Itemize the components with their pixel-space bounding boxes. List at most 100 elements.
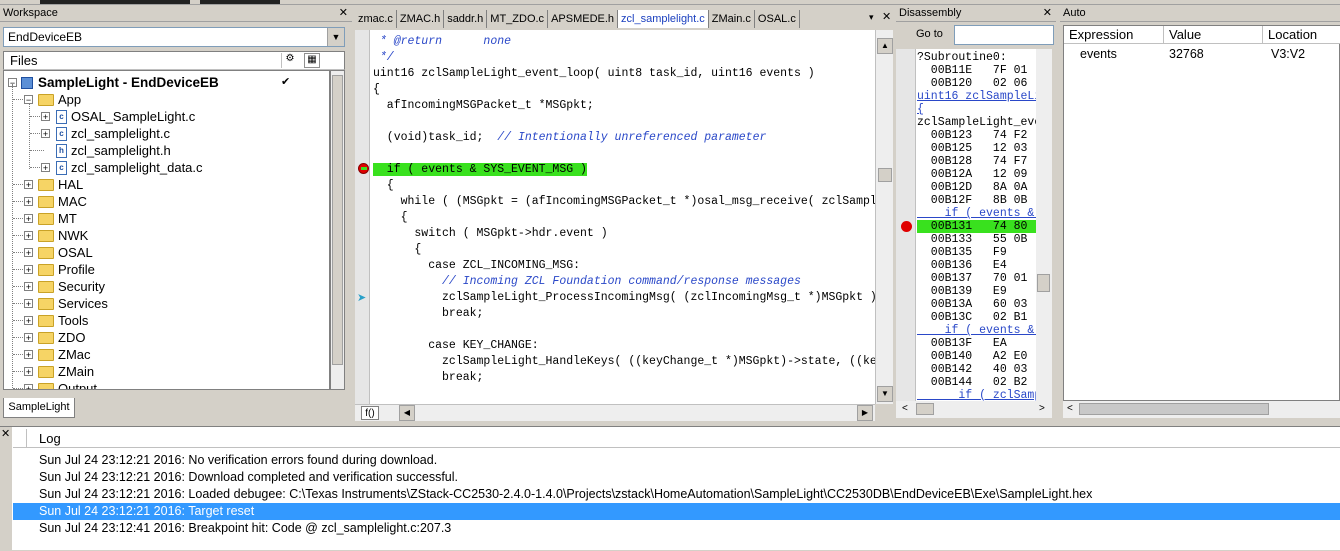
configuration-select[interactable]: EndDeviceEB ▼ <box>3 27 345 47</box>
column-header-location[interactable]: Location <box>1263 26 1340 44</box>
scroll-right-icon[interactable]: ▶ <box>857 405 873 421</box>
table-row[interactable]: events 32768 V3:V2 <box>1064 46 1340 63</box>
scroll-left-icon[interactable]: ◀ <box>399 405 415 421</box>
expand-icon[interactable]: + <box>24 299 33 309</box>
log-row[interactable]: Sun Jul 24 23:12:21 2016: Download compl… <box>13 469 1340 486</box>
tree-folder-profile[interactable]: + Profile <box>4 261 329 278</box>
expand-icon[interactable]: + <box>41 129 50 139</box>
breakpoint-current-icon[interactable] <box>358 163 369 174</box>
code-text: afIncomingMSGPacket_t *MSGpkt; <box>373 99 594 112</box>
tree-folder-osal[interactable]: + OSAL <box>4 244 329 261</box>
disassembly-text: 00B128 74 F7 <box>917 155 1028 168</box>
breakpoint-icon[interactable] <box>901 221 912 232</box>
tree-scrollbar[interactable] <box>330 70 345 390</box>
tree-folder-services[interactable]: + Services <box>4 295 329 312</box>
expand-icon[interactable]: + <box>24 384 33 389</box>
tree-folder-output[interactable]: + Output <box>4 380 329 389</box>
tree-file[interactable]: + c zcl_samplelight.c <box>4 125 329 142</box>
tree-folder-zmain[interactable]: + ZMain <box>4 363 329 380</box>
tab-zmac-c[interactable]: zmac.c <box>355 10 397 28</box>
files-settings-icon[interactable]: ⚙ <box>281 53 298 68</box>
tree-folder-hal[interactable]: + HAL <box>4 176 329 193</box>
tree-file[interactable]: + c OSAL_SampleLight.c <box>4 108 329 125</box>
tree-folder-zdo[interactable]: + ZDO <box>4 329 329 346</box>
tab-mt-zdo-c[interactable]: MT_ZDO.c <box>487 10 549 28</box>
scroll-left-icon[interactable]: < <box>1067 403 1073 414</box>
expand-icon[interactable]: + <box>24 197 33 207</box>
expand-icon[interactable]: + <box>24 180 33 190</box>
tree-folder-app[interactable]: − App <box>4 91 329 108</box>
tree-folder-zmac[interactable]: + ZMac <box>4 346 329 363</box>
scroll-left-icon[interactable]: < <box>902 403 908 414</box>
collapse-icon[interactable]: − <box>24 95 33 105</box>
tab-menu-icon[interactable]: ▾ <box>869 12 874 23</box>
tab-saddr-h[interactable]: saddr.h <box>444 10 488 28</box>
scroll-up-icon[interactable]: ▲ <box>877 38 893 54</box>
folder-icon <box>38 281 54 293</box>
code-line: * @return none <box>373 34 511 50</box>
disassembly-title-text: Disassembly <box>899 7 962 19</box>
tree-folder-security[interactable]: + Security <box>4 278 329 295</box>
tab-zcl-samplelight-c[interactable]: zcl_samplelight.c <box>618 10 709 28</box>
scroll-down-icon[interactable]: ▼ <box>877 386 893 402</box>
chevron-down-icon[interactable]: ▼ <box>327 28 344 46</box>
code-editor[interactable]: ➤ * @return none */ uint16 zclSampleLight… <box>355 30 875 404</box>
files-layout-icon[interactable]: ▦ <box>304 53 320 68</box>
editor-vscrollbar[interactable]: ▲ ▼ <box>875 30 893 404</box>
expand-icon[interactable]: + <box>24 367 33 377</box>
tree-folder-mac[interactable]: + MAC <box>4 193 329 210</box>
editor-hscrollbar[interactable]: f() ◀ ▶ <box>355 404 875 421</box>
tab-apsmede-h[interactable]: APSMEDE.h <box>548 10 619 28</box>
disassembly-text: 00B13F EA <box>917 337 1007 350</box>
code-text: zclSampleLight_ProcessIncomingMsg( (zclI… <box>373 291 875 304</box>
editor-close-icon[interactable]: ✕ <box>882 10 891 23</box>
tree-folder-nwk[interactable]: + NWK <box>4 227 329 244</box>
log-header[interactable]: Log <box>13 429 1340 448</box>
log-row[interactable]: Sun Jul 24 23:12:41 2016: Breakpoint hit… <box>13 520 1340 537</box>
expand-icon[interactable]: + <box>24 214 33 224</box>
disassembly-text: 00B133 55 0B <box>917 233 1028 246</box>
tab-zmac-h[interactable]: ZMAC.h <box>397 10 445 28</box>
expand-icon[interactable]: + <box>41 163 50 173</box>
tab-zmain-c[interactable]: ZMain.c <box>709 10 755 28</box>
expand-icon[interactable]: + <box>24 282 33 292</box>
expand-icon[interactable]: + <box>24 248 33 258</box>
expand-icon[interactable]: + <box>41 112 50 122</box>
goto-input[interactable] <box>954 25 1054 45</box>
expand-icon[interactable]: + <box>24 231 33 241</box>
code-text: if ( events & SYS_EVENT_MSG ) <box>373 163 587 176</box>
log-row[interactable]: Sun Jul 24 23:12:21 2016: Loaded debugee… <box>13 486 1340 503</box>
code-text: { <box>373 179 394 192</box>
code-line: break; <box>373 306 483 322</box>
tree-file[interactable]: h zcl_samplelight.h <box>4 142 329 159</box>
close-icon[interactable]: ✕ <box>339 6 348 21</box>
column-header-value[interactable]: Value <box>1164 26 1263 44</box>
tree-file[interactable]: + c zcl_samplelight_data.c <box>4 159 329 176</box>
close-icon[interactable]: ✕ <box>1043 6 1052 21</box>
code-text: // Incoming ZCL Foundation command/respo… <box>373 275 801 288</box>
editor-tabs: zmac.c ZMAC.h saddr.h MT_ZDO.c APSMEDE.h zcl_… <box>355 10 893 30</box>
disassembly-hscrollbar[interactable]: < > <box>896 401 1052 418</box>
auto-hscrollbar[interactable]: < <box>1063 401 1340 418</box>
disassembly-vscrollbar[interactable] <box>1036 49 1052 401</box>
log-row[interactable]: Sun Jul 24 23:12:21 2016: Target reset <box>13 503 1340 520</box>
function-button[interactable]: f() <box>361 406 379 420</box>
expand-icon[interactable]: + <box>24 316 33 326</box>
code-line: while ( (MSGpkt = (afIncomingMSGPacket_t… <box>373 194 875 210</box>
disassembly-view[interactable]: ?Subroutine0: 00B11E 7F 01 00B120 02 06 u… <box>896 49 1036 401</box>
tree-folder-mt[interactable]: + MT <box>4 210 329 227</box>
workspace-tab[interactable]: SampleLight <box>3 398 75 418</box>
scroll-right-icon[interactable]: > <box>1039 403 1045 414</box>
code-line: if ( events & SYS_EVENT_MSG ) <box>373 162 587 178</box>
tree-folder-tools[interactable]: + Tools <box>4 312 329 329</box>
expand-icon[interactable]: + <box>24 350 33 360</box>
log-row[interactable]: Sun Jul 24 23:12:21 2016: No verificatio… <box>13 452 1340 469</box>
disassembly-text: if ( zclSampleLight_OnOff == LIGHT_ON ) <box>958 389 1036 401</box>
column-header-expression[interactable]: Expression <box>1064 26 1164 44</box>
expand-icon[interactable]: + <box>24 333 33 343</box>
log-close-icon[interactable]: ✕ <box>0 427 12 551</box>
expand-icon[interactable]: + <box>24 265 33 275</box>
disassembly-line: 00B13C 02 B1 <box>917 311 1036 324</box>
disassembly-text: 00B131 74 80 <box>917 220 1028 233</box>
tab-osal-c[interactable]: OSAL.c <box>755 10 800 28</box>
